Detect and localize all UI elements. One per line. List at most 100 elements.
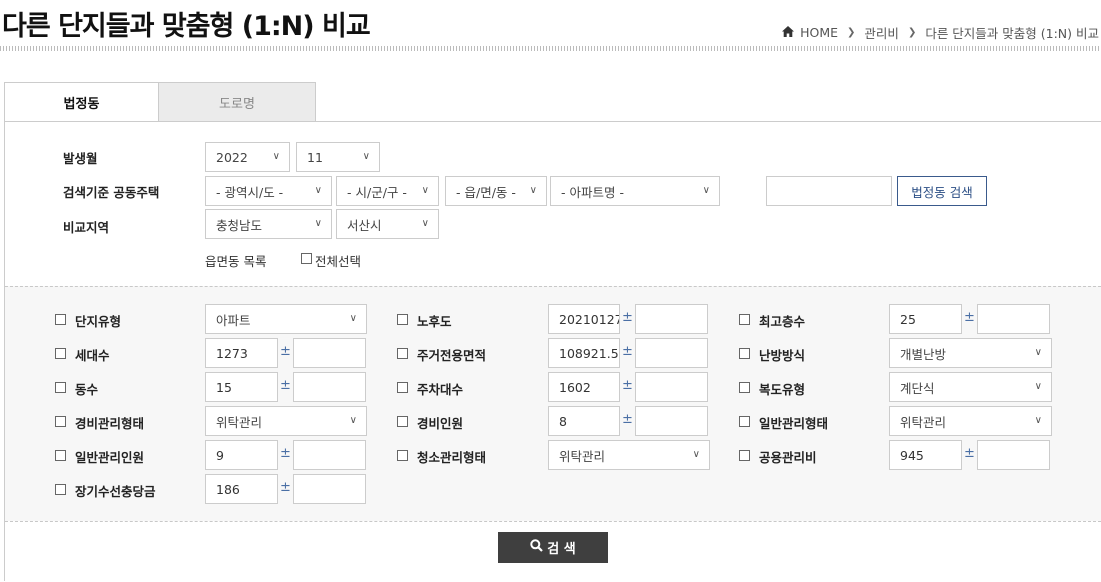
- cleaning-type-select[interactable]: 위탁관리 ∨: [548, 440, 710, 470]
- sigungu-value: - 시/군/구 -: [347, 184, 407, 200]
- general-type-select[interactable]: 위탁관리 ∨: [889, 406, 1052, 436]
- chevron-down-icon: ∨: [1034, 381, 1042, 392]
- complex-type-select[interactable]: 아파트 ∨: [205, 304, 367, 334]
- criteria-checkbox-repair-reserve[interactable]: [55, 484, 66, 495]
- parking-input[interactable]: 1602: [548, 372, 620, 402]
- age-range-input[interactable]: [635, 304, 708, 334]
- plus-minus-symbol: ±: [280, 378, 291, 393]
- criteria-checkbox-security-type[interactable]: [55, 416, 66, 427]
- households-range-input[interactable]: [293, 338, 366, 368]
- general-staff-range-input[interactable]: [293, 440, 366, 470]
- sigungu-select[interactable]: - 시/군/구 - ∨: [336, 176, 439, 206]
- search-bar: 검 색: [5, 521, 1101, 582]
- plus-minus-symbol: ±: [622, 344, 633, 359]
- security-staff-input[interactable]: 8: [548, 406, 620, 436]
- criteria-checkbox-general-staff[interactable]: [55, 450, 66, 461]
- plus-minus-symbol: ±: [280, 344, 291, 359]
- buildings-input[interactable]: 15: [205, 372, 278, 402]
- common-fee-input[interactable]: 945: [889, 440, 962, 470]
- common-fee-range-input[interactable]: [977, 440, 1050, 470]
- heating-select[interactable]: 개별난방 ∨: [889, 338, 1052, 368]
- chevron-down-icon: ∨: [529, 185, 537, 196]
- base-filter-section: 발생월 2022 ∨ 11 ∨ 검색기준 공동주택 - 광역시/도 - ∨ - …: [5, 122, 1101, 286]
- breadcrumb-home[interactable]: HOME: [800, 25, 838, 40]
- criteria-checkbox-heating[interactable]: [739, 348, 750, 359]
- month-select[interactable]: 11 ∨: [296, 142, 380, 172]
- cleaning-type-value: 위탁관리: [559, 448, 606, 464]
- breadcrumb-current: 다른 단지들과 맞춤형 (1:N) 비교: [925, 26, 1099, 41]
- compare-sido-select[interactable]: 충청남도 ∨: [205, 209, 332, 239]
- year-select[interactable]: 2022 ∨: [205, 142, 290, 172]
- criteria-checkbox-security-staff[interactable]: [397, 416, 408, 427]
- chevron-down-icon: ∨: [702, 185, 710, 196]
- search-button[interactable]: 검 색: [498, 532, 608, 563]
- criteria-label-security-type: 경비관리형태: [75, 416, 145, 431]
- home-icon[interactable]: [782, 25, 795, 40]
- corridor-select[interactable]: 계단식 ∨: [889, 372, 1052, 402]
- repair-reserve-input[interactable]: 186: [205, 474, 278, 504]
- criteria-checkbox-cleaning-type[interactable]: [397, 450, 408, 461]
- criteria-checkbox-area[interactable]: [397, 348, 408, 359]
- max-floors-range-input[interactable]: [977, 304, 1050, 334]
- security-type-select[interactable]: 위탁관리 ∨: [205, 406, 367, 436]
- search-panel: 발생월 2022 ∨ 11 ∨ 검색기준 공동주택 - 광역시/도 - ∨ - …: [4, 121, 1101, 582]
- repair-reserve-range-input[interactable]: [293, 474, 366, 504]
- header-divider: [0, 46, 1101, 51]
- buildings-range-input[interactable]: [293, 372, 366, 402]
- general-staff-input[interactable]: 9: [205, 440, 278, 470]
- households-input[interactable]: 1273: [205, 338, 278, 368]
- apt-select[interactable]: - 아파트명 - ∨: [550, 176, 720, 206]
- eupmyeondong-select[interactable]: - 읍/면/동 - ∨: [445, 176, 547, 206]
- compare-region-label: 비교지역: [63, 220, 110, 235]
- max-floors-input[interactable]: 25: [889, 304, 962, 334]
- criteria-checkbox-complex-type[interactable]: [55, 314, 66, 325]
- criteria-checkbox-common-fee[interactable]: [739, 450, 750, 461]
- chevron-down-icon: ∨: [1034, 347, 1042, 358]
- parking-range-input[interactable]: [635, 372, 708, 402]
- age-input[interactable]: 20210127: [548, 304, 620, 334]
- complex-type-value: 아파트: [216, 312, 251, 328]
- chevron-down-icon: ∨: [692, 449, 700, 460]
- criteria-label-security-staff: 경비인원: [417, 416, 464, 431]
- security-staff-range-input[interactable]: [635, 406, 708, 436]
- select-all-label: 전체선택: [315, 254, 362, 269]
- criteria-label-complex-type: 단지유형: [75, 314, 122, 329]
- chevron-right-icon: ❯: [847, 27, 856, 38]
- criteria-checkbox-max-floors[interactable]: [739, 314, 750, 325]
- criteria-label-repair-reserve: 장기수선충당금: [75, 484, 156, 499]
- beopjeongdong-search-button[interactable]: 법정동 검색: [897, 176, 987, 206]
- corridor-value: 계단식: [900, 380, 935, 396]
- criteria-checkbox-households[interactable]: [55, 348, 66, 359]
- apt-value: - 아파트명 -: [561, 184, 624, 200]
- dong-list-label: 읍면동 목록: [205, 254, 267, 269]
- chevron-right-icon: ❯: [907, 27, 917, 38]
- chevron-down-icon: ∨: [421, 185, 429, 196]
- tab-beopjeongdong[interactable]: 법정동: [4, 82, 159, 122]
- criteria-checkbox-buildings[interactable]: [55, 382, 66, 393]
- plus-minus-symbol: ±: [964, 310, 975, 325]
- criteria-label-heating: 난방방식: [759, 348, 806, 363]
- apt-keyword-input[interactable]: [766, 176, 892, 206]
- chevron-down-icon: ∨: [349, 313, 357, 324]
- chevron-down-icon: ∨: [421, 218, 429, 229]
- compare-sigungu-select[interactable]: 서산시 ∨: [336, 209, 439, 239]
- breadcrumb-fee[interactable]: 관리비: [864, 23, 899, 42]
- security-type-value: 위탁관리: [216, 414, 263, 430]
- criteria-label-corridor: 복도유형: [759, 382, 806, 397]
- criteria-checkbox-age[interactable]: [397, 314, 408, 325]
- criteria-label-general-staff: 일반관리인원: [75, 450, 145, 465]
- criteria-label-common-fee: 공용관리비: [759, 450, 817, 465]
- area-input[interactable]: 108921.5: [548, 338, 620, 368]
- criteria-checkbox-parking[interactable]: [397, 382, 408, 393]
- chevron-down-icon: ∨: [1034, 415, 1042, 426]
- criteria-section: 단지유형 아파트 ∨ 노후도 20210127 ± 최고층수 25 ± 세대수 …: [5, 286, 1101, 523]
- plus-minus-symbol: ±: [280, 446, 291, 461]
- search-icon: [530, 539, 544, 556]
- base-complex-label: 검색기준 공동주택: [63, 185, 160, 200]
- sido-select[interactable]: - 광역시/도 - ∨: [205, 176, 332, 206]
- select-all-checkbox[interactable]: [301, 253, 312, 264]
- criteria-checkbox-general-type[interactable]: [739, 416, 750, 427]
- criteria-checkbox-corridor[interactable]: [739, 382, 750, 393]
- area-range-input[interactable]: [635, 338, 708, 368]
- tab-doromyeong[interactable]: 도로명: [159, 82, 316, 121]
